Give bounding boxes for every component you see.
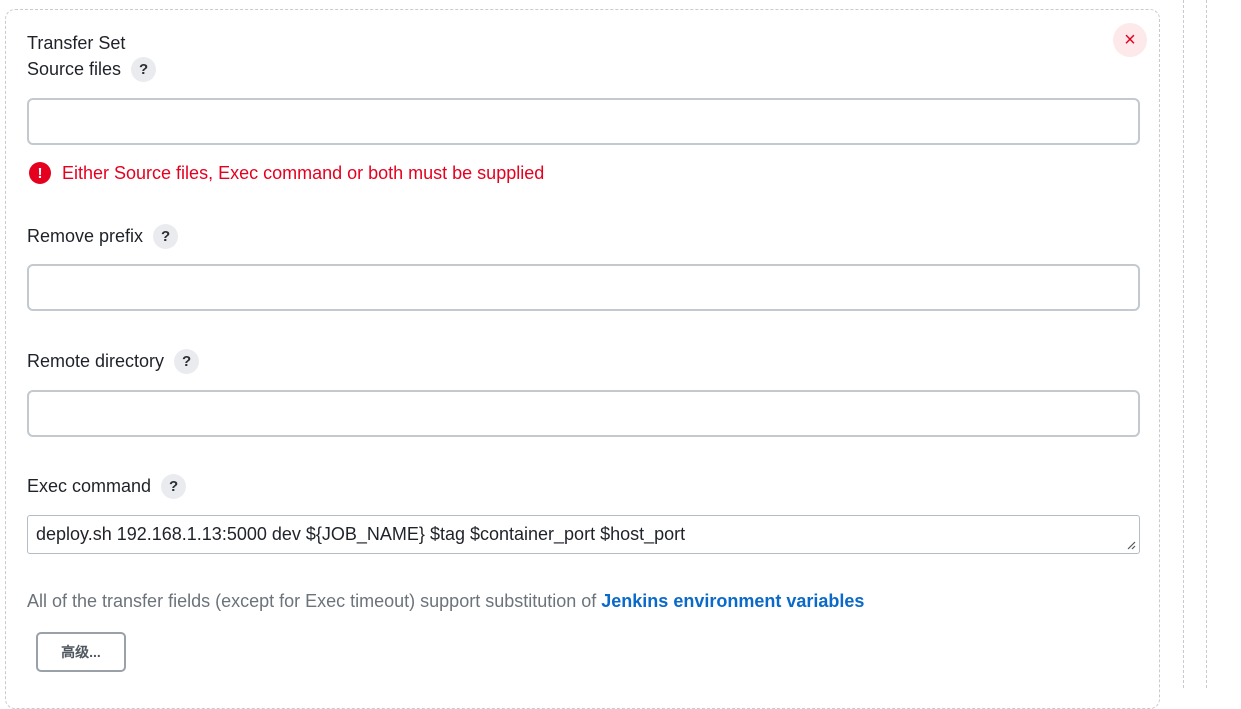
- source-files-input[interactable]: [27, 98, 1140, 145]
- remove-prefix-input[interactable]: [27, 264, 1140, 311]
- outer-dashed-border: [1206, 0, 1207, 688]
- substitution-info: All of the transfer fields (except for E…: [27, 591, 864, 612]
- exec-command-value: deploy.sh 192.168.1.13:5000 dev ${JOB_NA…: [36, 524, 686, 544]
- error-icon: !: [29, 162, 51, 184]
- exec-command-label: Exec command: [27, 476, 152, 496]
- remote-directory-label: Remote directory: [27, 351, 165, 371]
- error-message: Either Source files, Exec command or bot…: [62, 162, 545, 183]
- transfer-set-title: Transfer Set: [27, 33, 126, 53]
- remote-directory-label-row: Remote directory ?: [27, 349, 200, 374]
- info-text: All of the transfer fields (except for E…: [27, 591, 602, 611]
- exec-command-textarea[interactable]: deploy.sh 192.168.1.13:5000 dev ${JOB_NA…: [27, 515, 1140, 554]
- source-files-label: Source files: [27, 59, 122, 79]
- source-files-label-row: Source files ?: [27, 57, 157, 82]
- resize-handle-icon[interactable]: [1126, 540, 1136, 550]
- help-icon[interactable]: ?: [174, 349, 200, 374]
- remove-prefix-label-row: Remove prefix ?: [27, 224, 179, 249]
- jenkins-env-vars-link[interactable]: Jenkins environment variables: [601, 591, 864, 611]
- remove-prefix-label: Remove prefix: [27, 226, 144, 246]
- advanced-button[interactable]: 高级...: [36, 632, 126, 672]
- source-files-error: ! Either Source files, Exec command or b…: [29, 162, 544, 184]
- close-icon[interactable]: ×: [1113, 23, 1147, 57]
- help-icon[interactable]: ?: [131, 57, 157, 82]
- exec-command-label-row: Exec command ?: [27, 474, 187, 499]
- remote-directory-input[interactable]: [27, 390, 1140, 437]
- outer-dashed-border: [1183, 0, 1184, 688]
- help-icon[interactable]: ?: [161, 474, 187, 499]
- help-icon[interactable]: ?: [153, 224, 179, 249]
